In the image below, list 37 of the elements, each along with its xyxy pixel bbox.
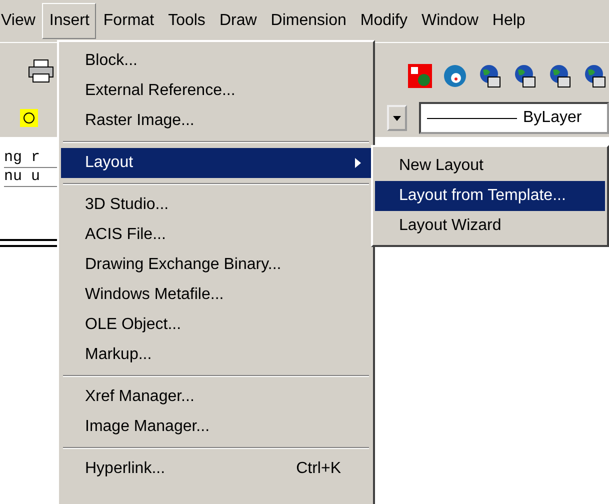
menu-bar-item[interactable]: Window: [414, 3, 486, 39]
dropdown-button[interactable]: [387, 105, 407, 131]
menu-item[interactable]: Layout from Template...: [375, 181, 605, 211]
sun-icon[interactable]: [20, 109, 38, 127]
menu-bar-item[interactable]: Help: [485, 3, 532, 39]
menu-item[interactable]: Block...: [61, 46, 371, 76]
letter-a-icon[interactable]: [443, 64, 467, 88]
menu-item[interactable]: Xref Manager...: [61, 382, 371, 412]
submenu-arrow-icon: [355, 158, 361, 168]
menu-bar-item[interactable]: Draw: [212, 3, 264, 39]
menu-bar-item[interactable]: Insert: [42, 3, 96, 39]
menu-item[interactable]: Layout: [61, 148, 371, 178]
linetype-field[interactable]: ByLayer: [419, 102, 609, 134]
menu-item[interactable]: Image Manager...: [61, 412, 371, 442]
menu-item[interactable]: Hyperlink... Ctrl+K: [61, 454, 371, 484]
menu-item[interactable]: Markup...: [61, 340, 371, 370]
globe-icon[interactable]: [548, 64, 572, 88]
globe-icon[interactable]: [478, 64, 502, 88]
menu-bar-item[interactable]: Format: [96, 3, 162, 39]
grid-icon[interactable]: [408, 64, 432, 88]
menu-bar-item[interactable]: Tools: [161, 3, 212, 39]
menu-item[interactable]: External Reference...: [61, 76, 371, 106]
menu-item[interactable]: OLE Object...: [61, 310, 371, 340]
globe-icon[interactable]: [513, 64, 537, 88]
menu-bar-item[interactable]: View: [0, 3, 42, 39]
globe-icon[interactable]: [583, 64, 607, 88]
menu-item[interactable]: New Layout: [375, 151, 605, 181]
menu-item[interactable]: ACIS File...: [61, 220, 371, 250]
menu-item[interactable]: Drawing Exchange Binary...: [61, 250, 371, 280]
caret-icon: [393, 116, 401, 120]
menu-item[interactable]: 3D Studio...: [61, 190, 371, 220]
menu-item[interactable]: Layout Wizard: [375, 211, 605, 241]
printer-icon[interactable]: [28, 59, 54, 83]
menu-item[interactable]: Windows Metafile...: [61, 280, 371, 310]
menu-bar-item[interactable]: Dimension: [264, 3, 354, 39]
menu-bar-item[interactable]: Modify: [353, 3, 414, 39]
menu-item[interactable]: Raster Image...: [61, 106, 371, 136]
